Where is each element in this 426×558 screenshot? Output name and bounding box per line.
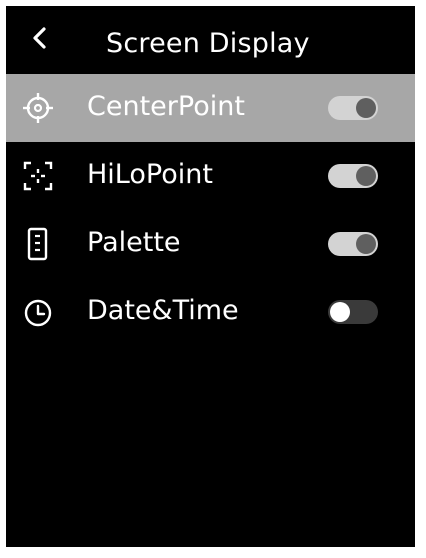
setting-row-hilopoint[interactable]: HiLoPoint [6, 142, 415, 210]
toggle-hilopoint[interactable] [328, 164, 378, 188]
toggle-knob [356, 98, 376, 118]
setting-label-palette: Palette [87, 227, 181, 258]
setting-row-centerpoint[interactable]: CenterPoint [6, 74, 415, 142]
toggle-palette[interactable] [328, 232, 378, 256]
header: Screen Display [6, 6, 415, 74]
setting-label-hilopoint: HiLoPoint [87, 159, 213, 190]
setting-row-date-time[interactable]: Date&Time [6, 278, 415, 346]
setting-row-palette[interactable]: Palette [6, 210, 415, 278]
toggle-centerpoint[interactable] [328, 96, 378, 120]
chevron-left-icon [33, 27, 46, 49]
setting-label-centerpoint: CenterPoint [87, 91, 245, 122]
toggle-knob [356, 166, 376, 186]
page-title: Screen Display [106, 28, 310, 59]
toggle-knob [356, 234, 376, 254]
focus-bracket-icon [20, 158, 56, 194]
toggle-knob [330, 302, 350, 322]
crosshair-icon [20, 90, 56, 126]
back-button[interactable] [24, 24, 54, 54]
screen-display-page: Screen Display CenterPoint HiLoPoint Pal… [6, 6, 415, 547]
palette-bar-icon [20, 226, 56, 262]
settings-list: CenterPoint HiLoPoint Palette Date&Time [6, 74, 415, 346]
toggle-date-time[interactable] [328, 300, 378, 324]
setting-label-date-time: Date&Time [87, 295, 239, 326]
clock-icon [20, 294, 56, 330]
